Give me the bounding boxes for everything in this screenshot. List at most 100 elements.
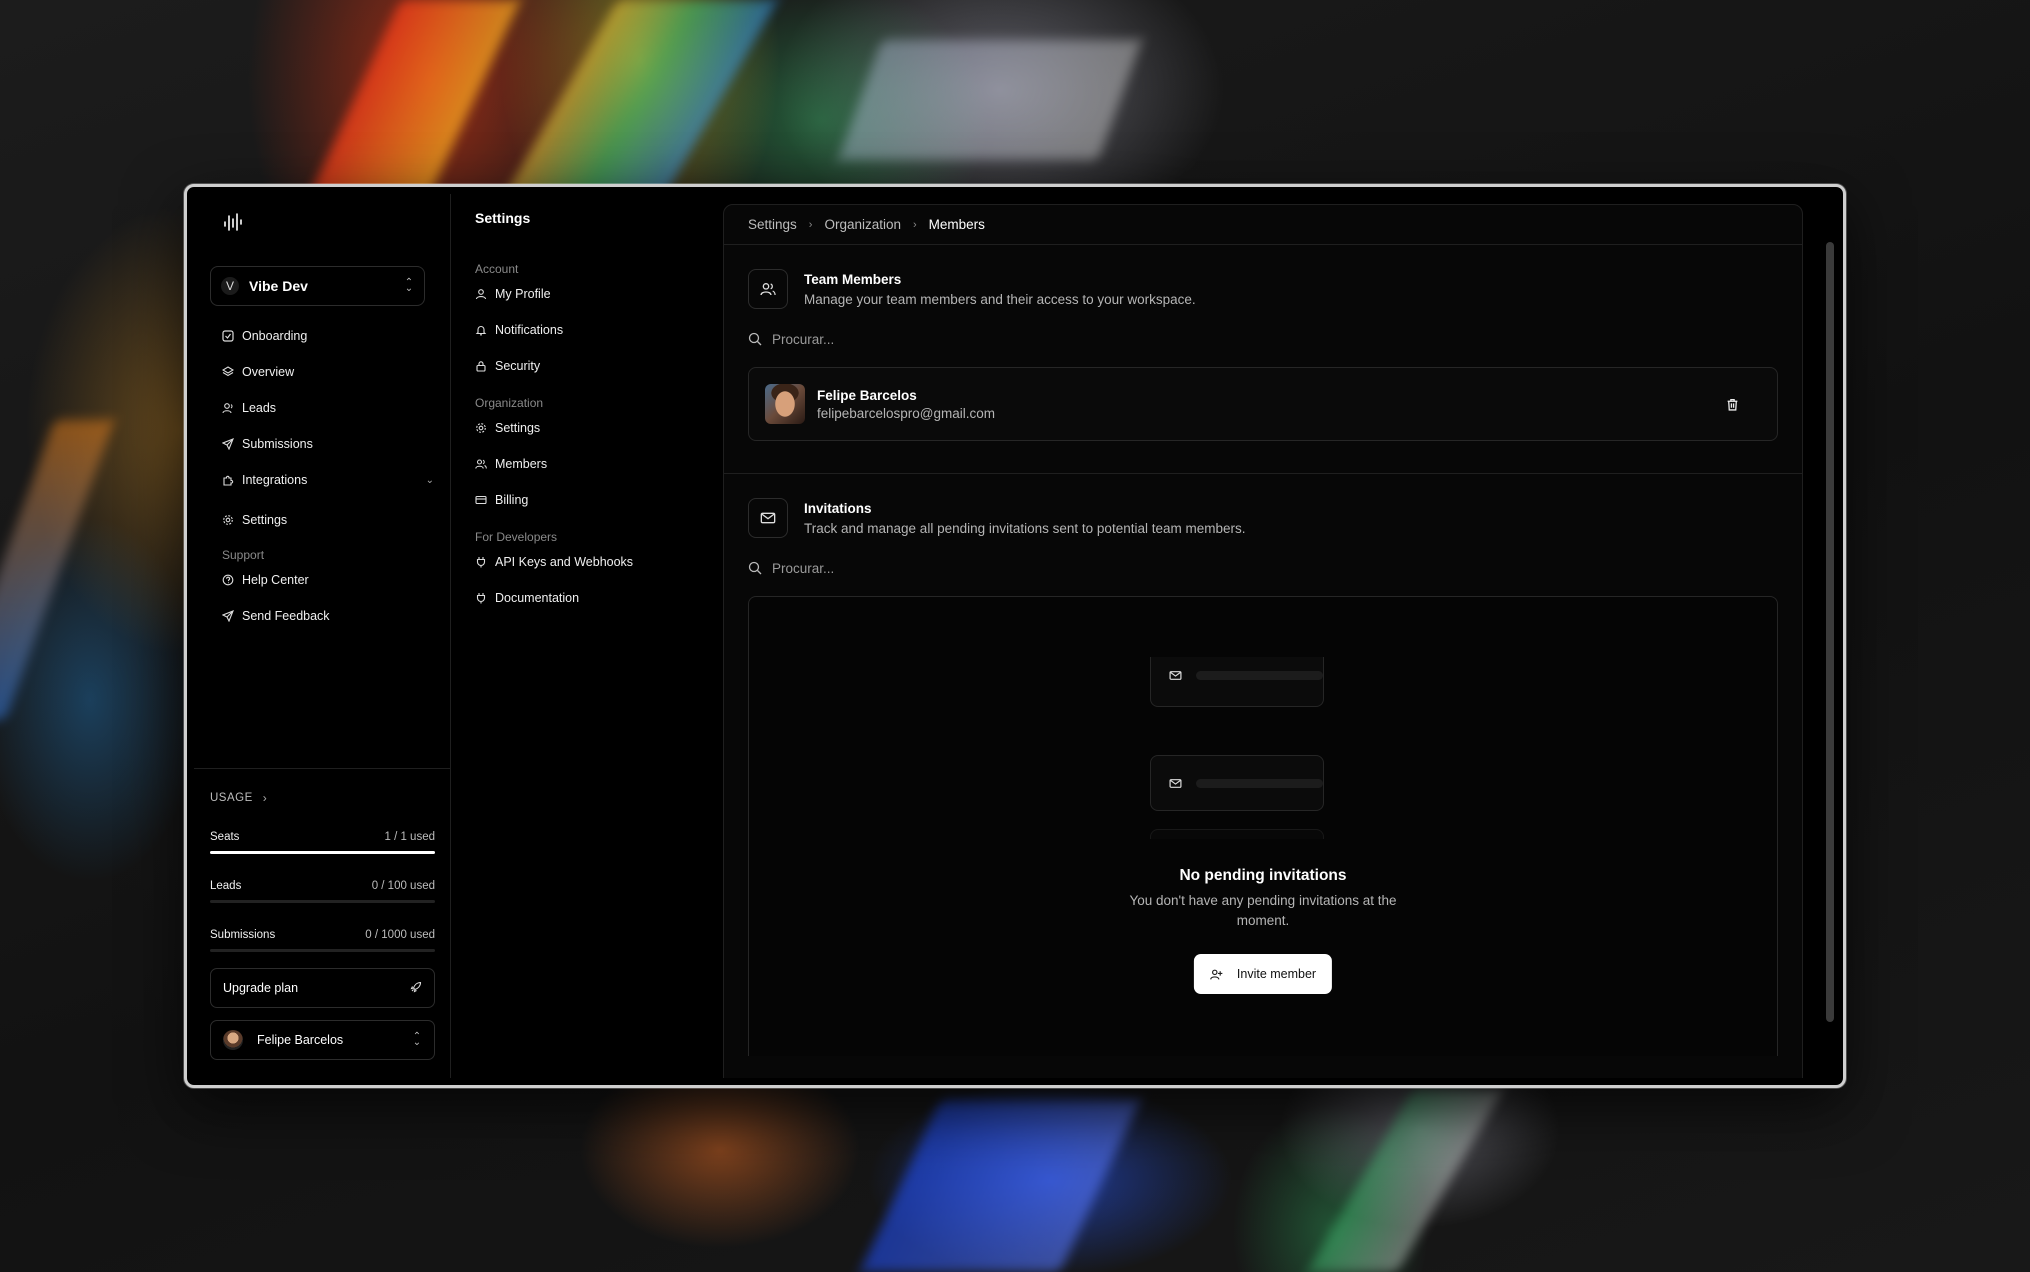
invitations-subtitle: Track and manage all pending invitations…: [804, 521, 1246, 536]
sidebar-item-label: Send Feedback: [242, 609, 330, 623]
user-menu-button[interactable]: Felipe Barcelos ⌃ ⌄: [210, 1020, 435, 1060]
gear-icon: [475, 422, 487, 434]
send-icon: [222, 438, 234, 450]
member-row: Felipe Barcelos felipebarcelospro@gmail.…: [748, 367, 1778, 441]
plug-icon: [475, 556, 487, 568]
user-icon: [222, 402, 234, 414]
usage-header[interactable]: USAGE ›: [210, 791, 435, 805]
breadcrumb: Settings › Organization › Members: [724, 205, 1802, 245]
group-developers-label: For Developers: [475, 530, 558, 544]
main-panel: Settings › Organization › Members Team M…: [723, 204, 1803, 1078]
breadcrumb-settings[interactable]: Settings: [748, 217, 797, 232]
users-icon: [748, 269, 788, 309]
empty-state-subtitle: You don't have any pending invitations a…: [1129, 893, 1397, 928]
usage-title: USAGE: [210, 792, 253, 804]
subnav-item-api-keys[interactable]: API Keys and Webhooks: [475, 544, 705, 580]
group-account-label: Account: [475, 262, 519, 276]
mail-icon: [748, 498, 788, 538]
subnav-item-label: API Keys and Webhooks: [495, 555, 634, 569]
member-email: felipebarcelospro@gmail.com: [817, 405, 996, 421]
invite-member-button[interactable]: Invite member: [1193, 954, 1333, 994]
mail-icon: [1169, 777, 1182, 790]
sidebar-item-overview[interactable]: Overview: [210, 354, 440, 390]
subnav-item-my-profile[interactable]: My Profile: [475, 276, 705, 312]
scrollbar[interactable]: [1826, 242, 1834, 1022]
bell-icon: [475, 324, 487, 336]
app-window: V Vibe Dev ⌃⌄ Onboarding Overview Leads: [184, 184, 1846, 1088]
sidebar-item-onboarding[interactable]: Onboarding: [210, 318, 440, 354]
chevron-right-icon: ›: [913, 218, 917, 231]
users-icon: [475, 458, 487, 470]
team-members-title: Team Members: [804, 272, 902, 287]
meter-track: [210, 949, 435, 952]
breadcrumb-members: Members: [928, 217, 985, 232]
plug-icon: [475, 592, 487, 604]
rocket-icon: [410, 981, 422, 996]
meter-value: 0 / 100 used: [371, 880, 435, 892]
search-icon: [748, 561, 762, 575]
search-placeholder: Procurar...: [772, 560, 835, 576]
sidebar-item-submissions[interactable]: Submissions: [210, 426, 440, 462]
placeholder-card: [1150, 755, 1324, 811]
sidebar-item-settings[interactable]: Settings: [210, 502, 440, 538]
placeholder-card: [1150, 657, 1324, 707]
support-section-label: Support: [222, 548, 265, 562]
breadcrumb-organization[interactable]: Organization: [824, 217, 901, 232]
team-members-subtitle: Manage your team members and their acces…: [804, 292, 1196, 307]
subnav-item-notifications[interactable]: Notifications: [475, 312, 705, 348]
workspace-name: Vibe Dev: [249, 278, 308, 294]
trash-icon[interactable]: [1726, 398, 1739, 411]
sidebar: V Vibe Dev ⌃⌄ Onboarding Overview Leads: [194, 194, 451, 1078]
placeholder-bar: [1196, 778, 1323, 788]
meter-label: Submissions: [210, 929, 276, 941]
meter-fill: [210, 851, 435, 854]
group-organization-label: Organization: [475, 396, 544, 410]
chevron-down-icon[interactable]: ⌄: [426, 475, 434, 486]
invitations-search-input[interactable]: Procurar...: [748, 558, 1778, 578]
subnav-item-label: Settings: [495, 421, 541, 435]
subnav-item-label: Notifications: [495, 323, 564, 337]
usage-panel: USAGE › Seats 1 / 1 used Leads 0 / 100 u…: [194, 768, 451, 1060]
sidebar-item-label: Overview: [242, 365, 295, 379]
sidebar-item-label: Leads: [242, 401, 277, 415]
sidebar-item-help-center[interactable]: Help Center: [210, 562, 440, 598]
checkbox-icon: [222, 330, 234, 342]
sidebar-nav: Onboarding Overview Leads Submissions In…: [210, 318, 440, 634]
mail-icon: [1169, 669, 1182, 682]
lock-icon: [475, 360, 487, 372]
sidebar-item-send-feedback[interactable]: Send Feedback: [210, 598, 440, 634]
sidebar-item-leads[interactable]: Leads: [210, 390, 440, 426]
chevron-right-icon: ›: [262, 791, 268, 805]
subnav-item-documentation[interactable]: Documentation: [475, 580, 705, 616]
workspace-switcher[interactable]: V Vibe Dev ⌃ ⌄: [210, 266, 425, 306]
invitations-empty-state: No pending invitations You don't have an…: [748, 596, 1778, 1056]
avatar: [765, 384, 805, 424]
layers-icon: [222, 366, 234, 378]
sidebar-item-label: Integrations: [242, 473, 308, 487]
subnav-item-label: Documentation: [495, 591, 580, 605]
members-search-input[interactable]: Procurar...: [748, 329, 1778, 349]
sidebar-item-label: Settings: [242, 513, 288, 527]
team-members-section: Team Members Manage your team members an…: [724, 245, 1802, 441]
settings-title: Settings: [475, 210, 531, 226]
user-plus-icon: [1210, 968, 1223, 981]
help-icon: [222, 574, 234, 586]
subnav-item-billing[interactable]: Billing: [475, 482, 705, 518]
subnav-item-security[interactable]: Security: [475, 348, 705, 384]
subnav-item-members[interactable]: Members: [475, 446, 705, 482]
submissions-meter: Submissions 0 / 1000 used: [210, 929, 435, 952]
meter-track: [210, 900, 435, 903]
upgrade-plan-label: Upgrade plan: [223, 981, 299, 995]
subnav-item-org-settings[interactable]: Settings: [475, 410, 705, 446]
subnav-item-label: Billing: [495, 493, 529, 507]
settings-subnav: Settings Account My Profile Notification…: [451, 194, 723, 1078]
sidebar-item-integrations[interactable]: Integrations ⌄: [210, 462, 440, 498]
meter-label: Seats: [210, 831, 240, 843]
logo-icon: [224, 213, 242, 231]
send-icon: [222, 610, 234, 622]
app: V Vibe Dev ⌃⌄ Onboarding Overview Leads: [194, 194, 1836, 1078]
subnav-item-label: Security: [495, 359, 541, 373]
meter-track: [210, 851, 435, 854]
upgrade-plan-button[interactable]: Upgrade plan: [210, 968, 435, 1008]
invitations-section: Invitations Track and manage all pending…: [724, 474, 1802, 1056]
